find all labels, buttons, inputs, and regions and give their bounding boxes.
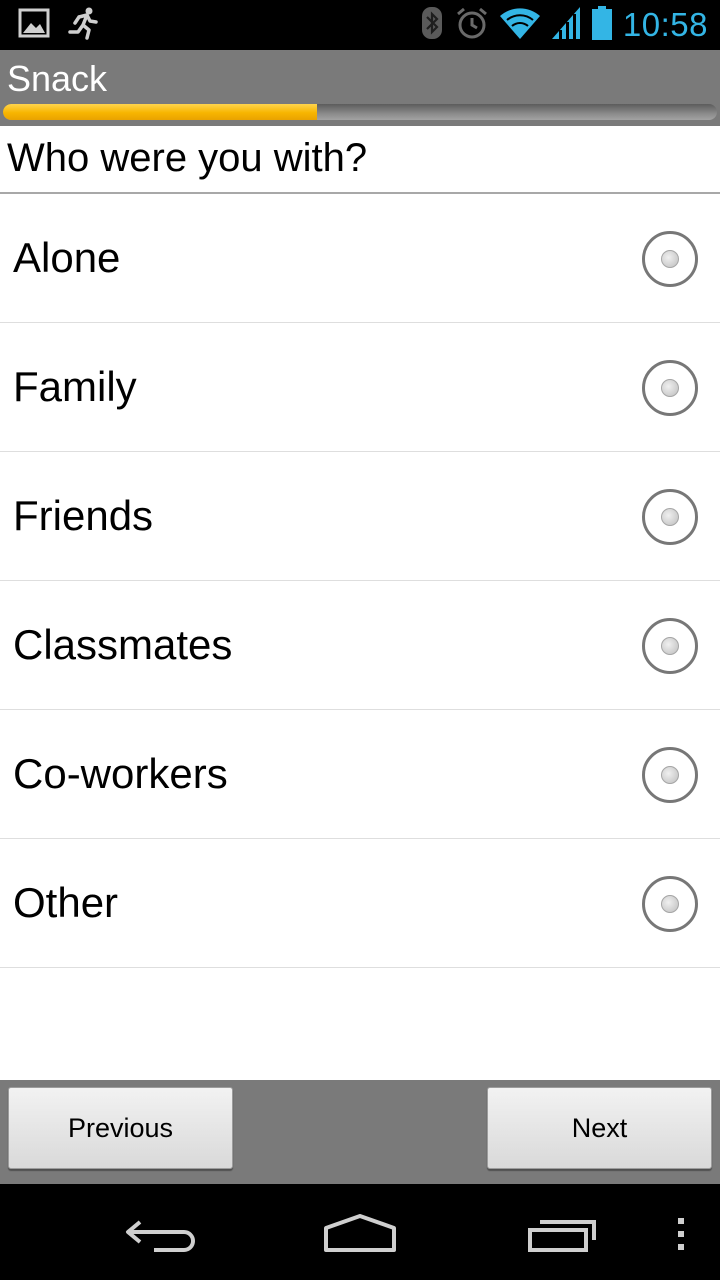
option-label: Friends (13, 492, 154, 539)
radio-button[interactable] (642, 231, 698, 287)
option-row-alone[interactable]: Alone (0, 194, 720, 323)
previous-button[interactable]: Previous (8, 1087, 233, 1169)
progress-fill (3, 104, 318, 120)
radio-button[interactable] (642, 489, 698, 545)
app-title: Snack (7, 58, 108, 99)
radio-button[interactable] (642, 618, 698, 674)
radio-button[interactable] (642, 360, 698, 416)
option-label: Alone (13, 234, 121, 281)
radio-indicator (661, 250, 679, 268)
bluetooth-icon (419, 6, 445, 44)
options-list: Alone Family Friends Classmates Co-worke… (0, 194, 720, 968)
radio-button[interactable] (642, 747, 698, 803)
question-header: Who were you with? (0, 126, 720, 194)
radio-indicator (661, 637, 679, 655)
status-time: 10:58 (622, 6, 708, 43)
wifi-icon (499, 6, 541, 44)
battery-icon (591, 6, 613, 44)
option-label: Classmates (13, 621, 233, 668)
radio-indicator (661, 766, 679, 784)
question-text: Who were you with? (7, 136, 368, 180)
option-row-family[interactable]: Family (0, 323, 720, 452)
option-row-friends[interactable]: Friends (0, 452, 720, 581)
option-row-co-workers[interactable]: Co-workers (0, 710, 720, 839)
radio-button[interactable] (642, 876, 698, 932)
signal-icon (551, 6, 581, 44)
alarm-icon (455, 6, 489, 44)
system-nav-bar (0, 1184, 720, 1280)
option-row-other[interactable]: Other (0, 839, 720, 968)
menu-icon[interactable] (676, 1218, 686, 1254)
home-icon[interactable] (322, 1214, 398, 1258)
progress-bar (3, 104, 717, 120)
status-bar: 10:58 (0, 0, 720, 50)
option-row-classmates[interactable]: Classmates (0, 581, 720, 710)
option-label: Co-workers (13, 750, 228, 797)
navigation-button-bar: Previous Next (0, 1080, 720, 1184)
option-label: Other (13, 879, 119, 926)
recent-apps-icon[interactable] (526, 1218, 598, 1256)
next-button[interactable]: Next (487, 1087, 712, 1169)
back-icon[interactable] (124, 1218, 196, 1258)
radio-indicator (661, 895, 679, 913)
gallery-icon (18, 8, 50, 42)
app-title-bar: Snack (0, 50, 720, 126)
radio-indicator (661, 508, 679, 526)
radio-indicator (661, 379, 679, 397)
option-label: Family (13, 363, 137, 410)
running-man-icon (66, 6, 100, 44)
